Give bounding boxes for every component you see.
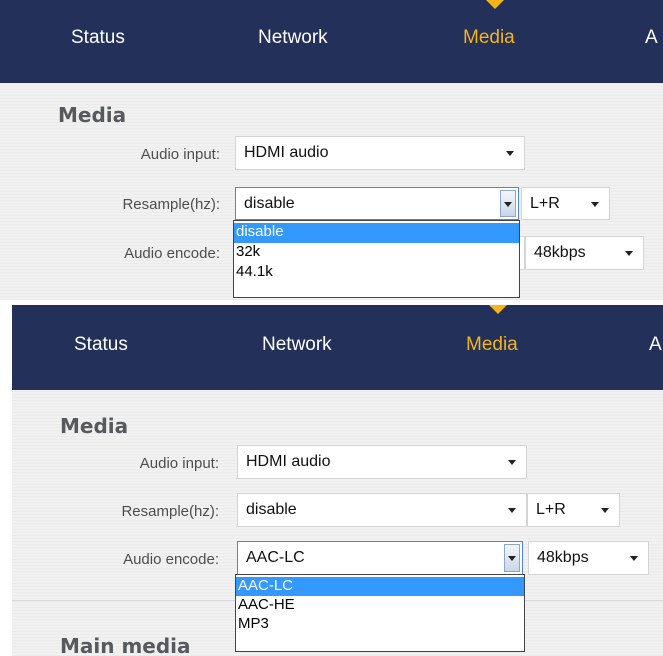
dropdown-button[interactable] <box>500 190 516 217</box>
active-tab-pointer <box>489 305 507 314</box>
dropdown-option[interactable]: MP3 <box>236 615 524 634</box>
tab-network[interactable]: Network <box>258 27 328 49</box>
audio-encode-label: Audio encode: <box>124 245 220 262</box>
tab-status[interactable]: Status <box>74 334 128 356</box>
dropdown-option[interactable]: disable <box>234 223 519 243</box>
chevron-down-icon <box>630 556 638 561</box>
audio-encode-select[interactable]: AAC-LC <box>237 541 523 575</box>
bottom-navbar: Status Network Media A <box>12 305 663 390</box>
section-title-media: Media <box>58 103 127 127</box>
dropdown-option[interactable]: AAC-HE <box>236 596 524 615</box>
audio-input-select[interactable]: HDMI audio <box>235 136 525 170</box>
audio-input-select[interactable]: HDMI audio <box>237 445 527 479</box>
section-title-media: Media <box>60 414 129 438</box>
tab-media[interactable]: Media <box>463 27 515 49</box>
resample-label: Resample(hz): <box>121 503 219 520</box>
section-title-main-media: Main media <box>60 634 191 656</box>
audio-encode-label: Audio encode: <box>123 551 219 568</box>
channel-value: L+R <box>536 501 566 518</box>
chevron-down-icon <box>601 508 609 513</box>
top-screenshot: Status Network Media A Media Audio input… <box>0 0 663 300</box>
dropdown-option[interactable]: 44.1k <box>234 263 519 283</box>
resample-value: disable <box>244 194 295 212</box>
top-content: Media Audio input: HDMI audio Resample(h… <box>0 83 663 300</box>
channel-select[interactable]: L+R <box>521 187 610 220</box>
audio-input-value: HDMI audio <box>244 144 329 161</box>
bitrate-select[interactable]: 48kbps <box>528 541 649 575</box>
chevron-down-icon <box>508 508 516 513</box>
audio-input-label: Audio input: <box>139 455 219 472</box>
bottom-screenshot: Status Network Media A Media Audio input… <box>0 305 663 656</box>
top-navbar: Status Network Media A <box>0 0 663 83</box>
channel-value: L+R <box>530 194 560 212</box>
dropdown-option[interactable]: AAC-LC <box>236 577 524 596</box>
chevron-down-icon <box>506 151 514 156</box>
chevron-down-icon <box>504 201 512 207</box>
chevron-down-icon <box>508 460 516 465</box>
resample-select[interactable]: disable <box>237 493 527 527</box>
chevron-down-icon <box>508 556 516 561</box>
bottom-content: Media Audio input: HDMI audio Resample(h… <box>12 390 663 656</box>
tab-network[interactable]: Network <box>262 334 332 356</box>
audio-encode-dropdown-list: AAC-LC AAC-HE MP3 <box>235 574 525 652</box>
bitrate-value: 48kbps <box>537 549 589 566</box>
bitrate-value: 48kbps <box>534 244 586 261</box>
bitrate-select[interactable]: 48kbps <box>525 236 644 270</box>
audio-encode-value: AAC-LC <box>246 549 305 566</box>
tab-truncated[interactable]: A <box>645 27 658 49</box>
tab-status[interactable]: Status <box>71 27 125 49</box>
tab-media[interactable]: Media <box>466 334 518 356</box>
resample-select[interactable]: disable <box>235 187 519 220</box>
chevron-down-icon <box>591 201 599 207</box>
resample-label: Resample(hz): <box>122 196 220 213</box>
dropdown-option[interactable]: 32k <box>234 243 519 263</box>
resample-dropdown-list: disable 32k 44.1k <box>233 220 520 298</box>
chevron-down-icon <box>625 251 633 256</box>
active-tab-pointer <box>486 0 504 9</box>
tab-truncated[interactable]: A <box>649 334 662 356</box>
audio-input-value: HDMI audio <box>246 453 331 470</box>
channel-select[interactable]: L+R <box>527 493 620 527</box>
dropdown-button[interactable] <box>504 544 520 572</box>
resample-value: disable <box>246 501 297 518</box>
audio-input-label: Audio input: <box>140 146 220 163</box>
